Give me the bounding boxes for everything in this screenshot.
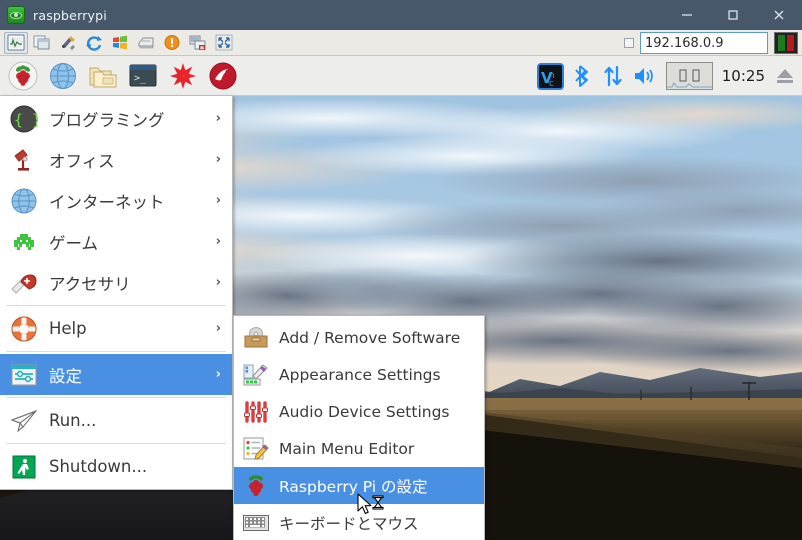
mathematica-icon[interactable]: [165, 58, 201, 94]
menu-item-internet[interactable]: インターネット ›: [0, 180, 232, 221]
menu-item-label: Shutdown...: [49, 457, 148, 476]
file-manager-icon[interactable]: [85, 58, 121, 94]
options-icon[interactable]: [56, 32, 80, 54]
menu-item-shutdown[interactable]: Shutdown...: [0, 446, 232, 487]
chevron-right-icon: ›: [215, 111, 221, 126]
main-menu: { } プログラミング › オフィス ›: [0, 96, 233, 490]
chevron-right-icon: ›: [215, 321, 221, 336]
main-menu-editor-icon: [242, 435, 270, 463]
audio-device-settings-icon: [242, 398, 270, 426]
add-remove-software-icon: [242, 324, 270, 352]
system-tray: V n c 10:25: [536, 56, 800, 96]
new-connection-icon[interactable]: [30, 32, 54, 54]
keyboard-mouse-icon: [242, 509, 270, 537]
taskbar-panel: >_ V n c 10:25: [0, 56, 802, 96]
terminal-icon[interactable]: >_: [125, 58, 161, 94]
submenu-item-audio-device-settings[interactable]: Audio Device Settings: [234, 393, 484, 430]
menu-item-label: Help: [49, 319, 87, 338]
menu-item-programming[interactable]: { } プログラミング ›: [0, 98, 232, 139]
window-title: raspberrypi: [33, 7, 107, 23]
appearance-settings-icon: [242, 361, 270, 389]
window-controls: [664, 0, 802, 30]
vnc-toolbar: 192.168.0.9: [0, 30, 802, 56]
menu-item-label: ゲーム: [49, 233, 99, 253]
svg-text:c: c: [549, 79, 554, 89]
raspberry-pi-config-icon: [242, 472, 270, 500]
shutdown-icon: [9, 452, 39, 482]
chevron-right-icon: ›: [215, 275, 221, 290]
menu-item-preferences[interactable]: 設定 ›: [0, 354, 232, 395]
refresh-icon[interactable]: [82, 32, 106, 54]
submenu-item-raspberry-pi-configuration[interactable]: Raspberry Pi の設定: [234, 467, 484, 504]
maximize-button[interactable]: [710, 0, 756, 30]
menu-item-run[interactable]: Run...: [0, 400, 232, 441]
svg-text:>_: >_: [134, 73, 147, 84]
menu-item-label: インターネット: [49, 192, 165, 212]
vnc-address-input[interactable]: 192.168.0.9: [640, 32, 768, 54]
submenu-item-label: Add / Remove Software: [279, 328, 461, 347]
menu-item-label: 設定: [49, 366, 82, 386]
menu-separator: [6, 443, 226, 444]
network-icon[interactable]: [602, 64, 624, 88]
menu-item-help[interactable]: Help ›: [0, 308, 232, 349]
submenu-item-label: Raspberry Pi の設定: [279, 477, 428, 496]
chevron-right-icon: ›: [215, 234, 221, 249]
accessories-icon: [9, 268, 39, 298]
address-area: 192.168.0.9: [624, 32, 798, 54]
submenu-item-add-remove-software[interactable]: Add / Remove Software: [234, 319, 484, 356]
submenu-item-label: キーボードとマウス: [279, 514, 419, 533]
games-icon: [9, 227, 39, 257]
preferences-icon: [9, 360, 39, 390]
programming-icon: { }: [9, 104, 39, 134]
help-icon: [9, 314, 39, 344]
submenu-item-label: Appearance Settings: [279, 365, 441, 384]
chevron-right-icon: ›: [215, 193, 221, 208]
minimize-button[interactable]: [664, 0, 710, 30]
clock[interactable]: 10:25: [722, 67, 765, 85]
menu-item-games[interactable]: ゲーム ›: [0, 221, 232, 262]
eject-icon[interactable]: [774, 64, 796, 88]
chat-icon[interactable]: [160, 32, 184, 54]
raspberry-menu-icon[interactable]: [5, 58, 41, 94]
menu-separator: [6, 305, 226, 306]
bluetooth-icon[interactable]: [573, 64, 593, 88]
preferences-submenu: Add / Remove Software Appearance Setting…: [233, 315, 485, 540]
menu-item-label: プログラミング: [49, 110, 165, 130]
menu-item-label: アクセサリ: [49, 274, 131, 294]
office-icon: [9, 145, 39, 175]
cpu-monitor-icon[interactable]: [665, 62, 713, 90]
menu-item-label: Run...: [49, 411, 97, 430]
submenu-item-label: Audio Device Settings: [279, 402, 450, 421]
submenu-item-keyboard-and-mouse[interactable]: キーボードとマウス: [234, 504, 484, 540]
window-titlebar[interactable]: raspberrypi: [0, 0, 802, 30]
close-button[interactable]: [756, 0, 802, 30]
menu-separator: [6, 397, 226, 398]
menu-item-label: オフィス: [49, 151, 115, 171]
disconnect-icon[interactable]: [186, 32, 210, 54]
submenu-item-appearance-settings[interactable]: Appearance Settings: [234, 356, 484, 393]
vnc-connection-icon: [7, 6, 25, 24]
svg-text:{ }: { }: [14, 111, 38, 129]
panel-launchers: >_: [0, 58, 241, 94]
submenu-item-main-menu-editor[interactable]: Main Menu Editor: [234, 430, 484, 467]
address-checkbox[interactable]: [624, 38, 634, 48]
wolfram-icon[interactable]: [205, 58, 241, 94]
vnc-server-icon[interactable]: V n c: [536, 62, 564, 90]
menu-separator: [6, 351, 226, 352]
chevron-right-icon: ›: [215, 367, 221, 382]
chevron-right-icon: ›: [215, 152, 221, 167]
vnc-viewer-window: raspberrypi 192.168.0.9 >_ V n c 10:25 {…: [0, 0, 802, 540]
submenu-item-label: Main Menu Editor: [279, 439, 415, 458]
internet-icon: [9, 186, 39, 216]
ctrl-alt-del-icon[interactable]: [108, 32, 132, 54]
file-transfer-icon[interactable]: [134, 32, 158, 54]
secure-indicator-icon: [774, 32, 798, 54]
menu-item-office[interactable]: オフィス ›: [0, 139, 232, 180]
volume-icon[interactable]: [633, 65, 657, 87]
web-browser-icon[interactable]: [45, 58, 81, 94]
fullscreen-icon[interactable]: [212, 32, 236, 54]
connection-info-icon[interactable]: [4, 31, 28, 54]
run-icon: [9, 406, 39, 436]
menu-item-accessories[interactable]: アクセサリ ›: [0, 262, 232, 303]
